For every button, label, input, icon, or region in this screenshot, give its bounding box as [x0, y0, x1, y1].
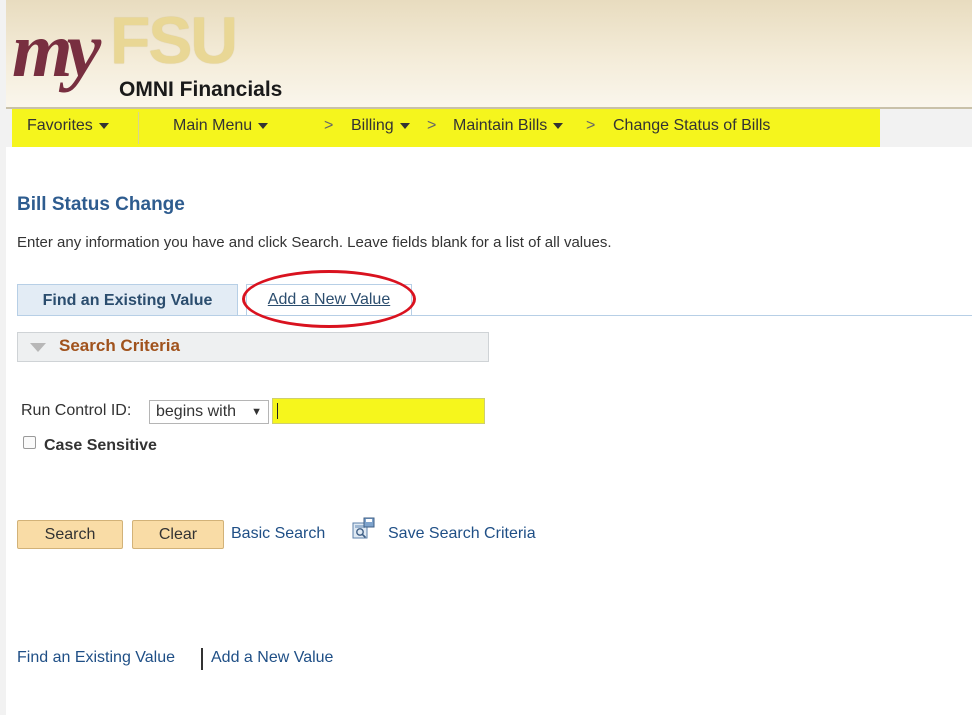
- basic-search-link[interactable]: Basic Search: [231, 525, 325, 543]
- footer-separator: [201, 648, 203, 670]
- clear-button[interactable]: Clear: [132, 520, 224, 549]
- chevron-down-icon: [98, 122, 109, 129]
- operator-value: begins with: [156, 403, 237, 420]
- run-control-id-input[interactable]: [274, 400, 487, 424]
- main-menu[interactable]: Main Menu: [173, 117, 269, 135]
- collapse-triangle-icon: [30, 343, 46, 352]
- footer-add-new-value-link[interactable]: Add a New Value: [211, 649, 333, 667]
- breadcrumb-separator: >: [427, 117, 437, 134]
- breadcrumb-current[interactable]: Change Status of Bills: [613, 117, 770, 135]
- tab-add-accesskey: A: [267, 291, 279, 308]
- search-button[interactable]: Search: [17, 520, 123, 549]
- nav-divider: [138, 112, 139, 144]
- footer-find-existing-value-link[interactable]: Find an Existing Value: [17, 649, 175, 667]
- logo-my: my: [12, 6, 101, 93]
- search-criteria-label: Search Criteria: [59, 336, 180, 355]
- breadcrumb-billing[interactable]: Billing: [351, 117, 410, 135]
- maintain-bills-label: Maintain Bills: [453, 117, 548, 134]
- chevron-down-icon: [258, 122, 269, 129]
- main-menu-label: Main Menu: [173, 117, 253, 134]
- logo-fsu: FSU: [110, 3, 238, 77]
- tab-add-label: dd a New Value: [278, 291, 391, 308]
- save-search-icon[interactable]: [351, 517, 375, 541]
- breadcrumb-separator: >: [324, 117, 334, 134]
- operator-select[interactable]: begins with ▼: [149, 400, 269, 424]
- instructions-text: Enter any information you have and click…: [17, 234, 612, 251]
- case-sensitive-checkbox[interactable]: [23, 436, 36, 449]
- app-name: OMNI Financials: [119, 78, 283, 101]
- run-control-id-label: Run Control ID:: [21, 402, 132, 419]
- search-criteria-header[interactable]: Search Criteria: [17, 332, 489, 362]
- favorites-label: Favorites: [27, 117, 93, 134]
- case-sensitive-label: Case Sensitive: [44, 437, 157, 454]
- dropdown-arrow-icon: ▼: [251, 406, 262, 418]
- breadcrumb-separator: >: [586, 117, 596, 134]
- favorites-menu[interactable]: Favorites: [27, 117, 109, 135]
- billing-label: Billing: [351, 117, 394, 134]
- chevron-down-icon: [399, 122, 410, 129]
- page-title: Bill Status Change: [17, 194, 185, 215]
- save-search-criteria-link[interactable]: Save Search Criteria: [388, 525, 536, 543]
- chevron-down-icon: [553, 122, 564, 129]
- tab-find-existing-value[interactable]: Find an Existing Value: [17, 284, 238, 315]
- breadcrumb-maintain-bills[interactable]: Maintain Bills: [453, 117, 564, 135]
- tab-add-new-value[interactable]: Add a New Value: [246, 284, 412, 315]
- text-cursor: [277, 403, 278, 419]
